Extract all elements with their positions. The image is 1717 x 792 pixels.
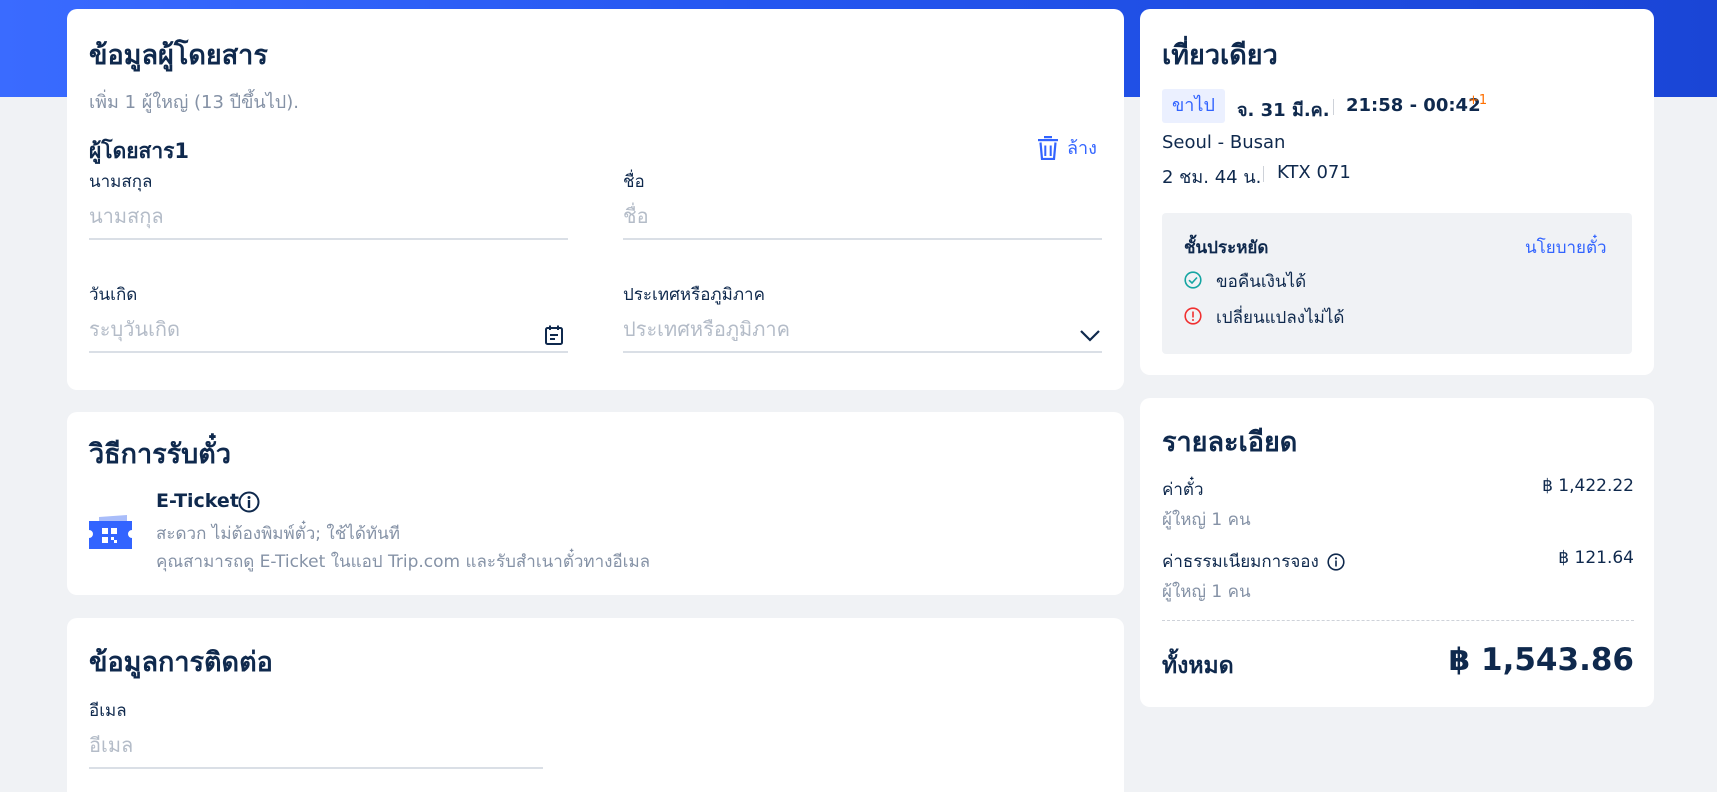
refund-policy: ขอคืนเงินได้ [1216, 272, 1307, 292]
train-number: KTX 071 [1277, 162, 1351, 183]
trip-route: Seoul - Busan [1162, 132, 1286, 153]
passenger-subtitle: เพิ่ม 1 ผู้ใหญ่ (13 ปีขึ้นไป). [89, 92, 299, 113]
given-name-label: ชื่อ [623, 172, 645, 192]
fare-label: ค่าตั๋ว [1162, 480, 1204, 500]
alert-circle-icon [1184, 307, 1202, 325]
trip-summary-card: เที่ยวเดียว ขาไป จ. 31 มี.ค. 21:58 - 00:… [1140, 9, 1654, 375]
booking-fee-row: ค่าธรรมเนียมการจอง [1162, 548, 1345, 575]
trip-date: จ. 31 มี.ค. [1237, 100, 1330, 121]
passenger-label: ผู้โดยสาร1 [89, 139, 190, 163]
ticket-method-title: วิธีการรับตั๋ว [89, 439, 231, 470]
chevron-down-icon[interactable] [1079, 329, 1101, 343]
eticket-option-name: E-Ticket [156, 490, 239, 512]
total-value: ฿ 1,543.86 [1448, 642, 1634, 678]
clear-button[interactable]: ล้าง [1037, 133, 1097, 162]
passenger-title: ข้อมูลผู้โดยสาร [89, 40, 268, 71]
booking-fee-value: ฿ 121.64 [1558, 548, 1634, 568]
trip-title: เที่ยวเดียว [1162, 40, 1278, 71]
separator [1263, 166, 1264, 182]
day-offset: +1 [1468, 93, 1488, 108]
price-details-card: รายละเอียด ค่าตั๋ว ฿ 1,422.22 ผู้ใหญ่ 1 … [1140, 398, 1654, 707]
booking-fee-label: ค่าธรรมเนียมการจอง [1162, 552, 1319, 572]
ticket-method-card: วิธีการรับตั๋ว E-Ticket สะดวก ไม่ต้องพิม… [67, 412, 1124, 595]
divider [1162, 620, 1634, 621]
direction-chip: ขาไป [1162, 89, 1225, 123]
check-circle-icon [1184, 271, 1202, 289]
country-label: ประเทศหรือภูมิภาค [623, 285, 765, 305]
contact-info-card: ข้อมูลการติดต่อ อีเมล [67, 618, 1124, 792]
info-icon[interactable] [238, 491, 260, 513]
birthdate-input[interactable] [89, 307, 568, 353]
email-input[interactable] [89, 723, 543, 769]
separator [1333, 99, 1334, 115]
change-policy: เปลี่ยนแปลงไม่ได้ [1216, 308, 1345, 328]
birthdate-label: วันเกิด [89, 285, 138, 305]
given-name-input[interactable] [623, 194, 1102, 240]
fare-sub: ผู้ใหญ่ 1 คน [1162, 510, 1251, 530]
ticket-policy-link[interactable]: นโยบายตั๋ว [1525, 234, 1607, 261]
details-title: รายละเอียด [1162, 427, 1298, 458]
info-icon[interactable] [1327, 552, 1345, 571]
trip-duration: 2 ชม. 44 น. [1162, 167, 1262, 188]
surname-label: นามสกุล [89, 172, 153, 192]
total-label: ทั้งหมด [1162, 653, 1234, 679]
clear-label: ล้าง [1067, 138, 1097, 159]
calendar-icon[interactable] [544, 325, 564, 345]
fare-class: ชั้นประหยัด [1184, 238, 1269, 258]
passenger-info-card: ข้อมูลผู้โดยสาร เพิ่ม 1 ผู้ใหญ่ (13 ปีขึ… [67, 9, 1124, 390]
fare-policy-box: ชั้นประหยัด นโยบายตั๋ว ขอคืนเงินได้ เปลี… [1162, 213, 1632, 354]
trash-icon [1038, 135, 1058, 160]
eticket-line2: คุณสามารถดู E-Ticket ในแอป Trip.com และร… [156, 552, 651, 572]
eticket-line1: สะดวก ไม่ต้องพิมพ์ตั๋ว; ใช้ได้ทันที [156, 524, 400, 544]
eticket-icon [89, 515, 132, 552]
surname-input[interactable] [89, 194, 568, 240]
contact-title: ข้อมูลการติดต่อ [89, 647, 273, 678]
email-label: อีเมล [89, 701, 127, 721]
country-select[interactable] [623, 307, 1102, 353]
booking-fee-sub: ผู้ใหญ่ 1 คน [1162, 582, 1251, 602]
fare-value: ฿ 1,422.22 [1542, 476, 1634, 496]
trip-time: 21:58 - 00:42 [1346, 95, 1481, 116]
